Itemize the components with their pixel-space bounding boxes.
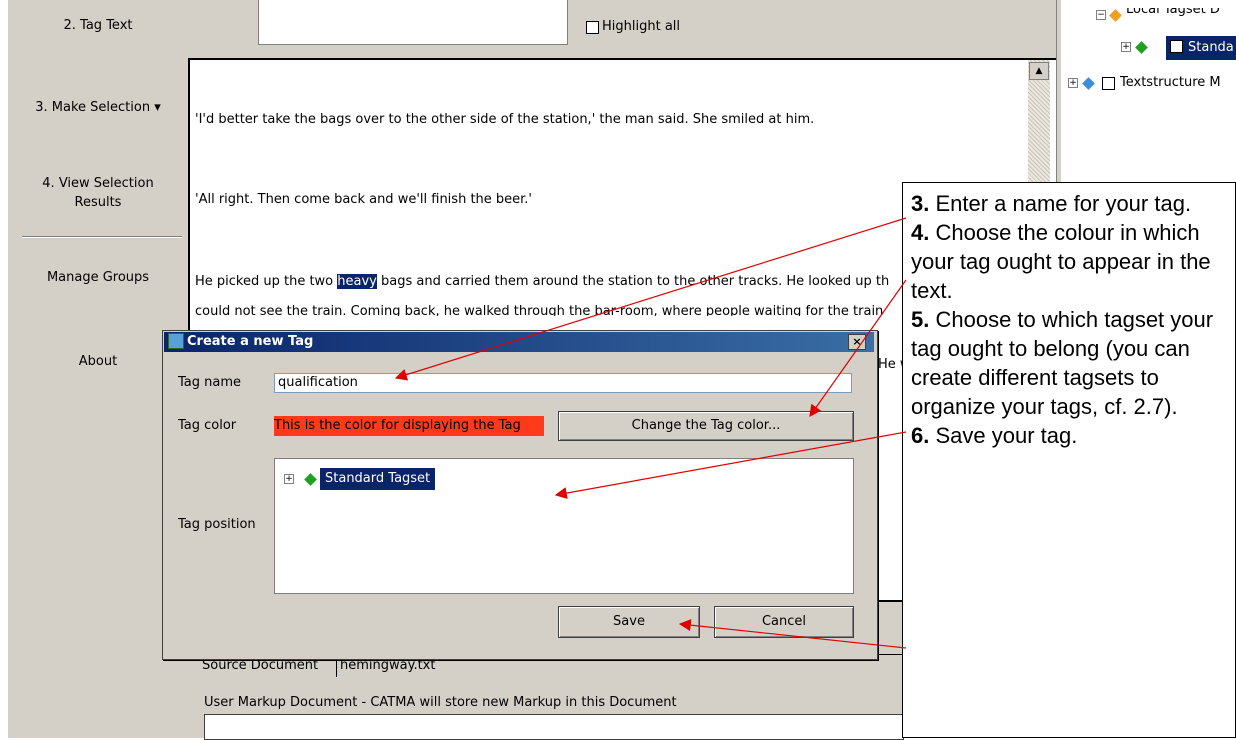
arrow-to-tag-name [394, 217, 907, 381]
arrow-to-save [678, 619, 907, 649]
arrow-to-change-color [809, 279, 907, 417]
arrow-to-tag-position [554, 431, 907, 499]
annotation-arrows [394, 217, 907, 649]
